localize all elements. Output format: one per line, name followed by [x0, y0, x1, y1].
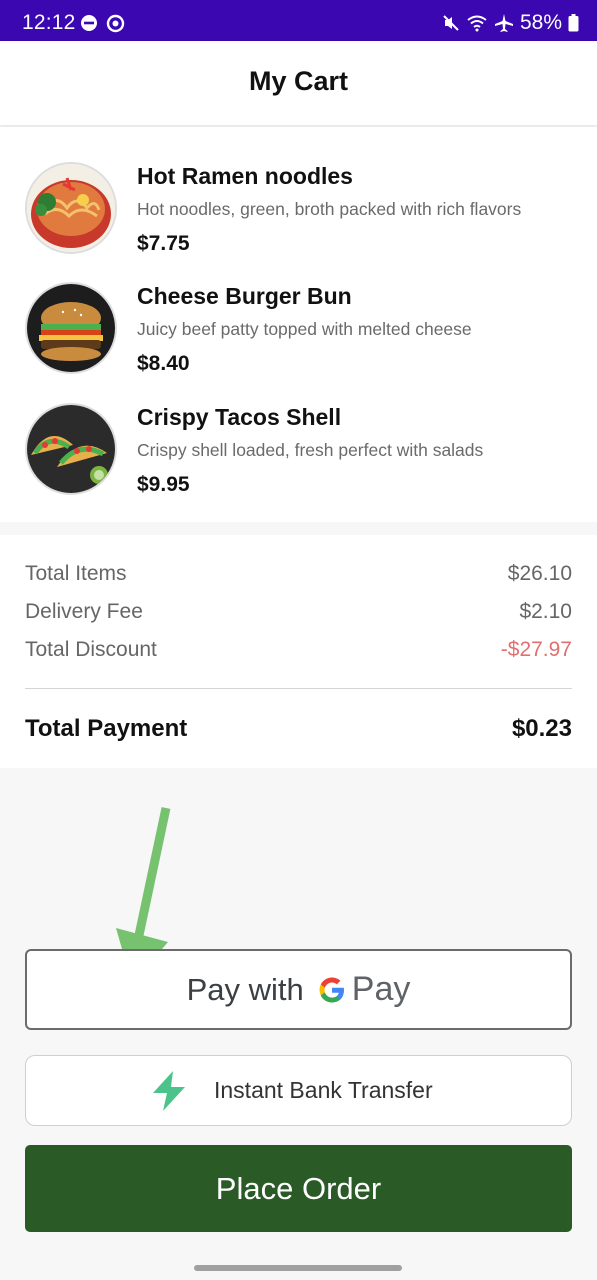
status-bar: 12:12 58%: [0, 0, 597, 41]
item-name: Crispy Tacos Shell: [137, 404, 342, 430]
cart-item-ramen[interactable]: Hot Ramen noodles Hot noodles, green, br…: [0, 162, 597, 282]
google-pay-button[interactable]: Pay with Pay: [25, 949, 572, 1030]
ramen-photo: [25, 162, 117, 254]
cart-items-list: Hot Ramen noodles Hot noodles, green, br…: [0, 127, 597, 522]
wifi-icon: [467, 15, 487, 32]
lightning-bolt-icon: [153, 1071, 185, 1111]
app-bar: My Cart: [0, 41, 597, 125]
delivery-fee-label: Delivery Fee: [25, 600, 143, 623]
status-right: 58%: [442, 11, 579, 35]
summary-divider: [25, 688, 572, 689]
battery-icon: [568, 14, 579, 32]
do-not-disturb-icon: [81, 15, 97, 31]
battery-percent: 58%: [519, 11, 562, 34]
bank-transfer-label: Instant Bank Transfer: [214, 1077, 433, 1103]
total-discount-value: -$27.97: [500, 638, 572, 661]
item-name: Cheese Burger Bun: [137, 283, 352, 309]
item-price: $7.75: [137, 232, 190, 255]
item-price: $8.40: [137, 352, 190, 375]
place-order-button[interactable]: Place Order: [25, 1145, 572, 1232]
burger-photo: [25, 282, 117, 374]
item-description: Hot noodles, green, broth packed with ri…: [137, 199, 522, 219]
home-indicator[interactable]: [194, 1265, 402, 1271]
total-payment-label: Total Payment: [25, 715, 188, 742]
order-summary: Total Items $26.10 Delivery Fee $2.10 To…: [0, 535, 597, 768]
item-price: $9.95: [137, 473, 190, 496]
item-name: Hot Ramen noodles: [137, 163, 353, 189]
mute-icon: [443, 15, 459, 31]
cart-item-burger[interactable]: Cheese Burger Bun Juicy beef patty toppe…: [0, 282, 597, 402]
sync-icon: [106, 14, 125, 33]
total-items-value: $26.10: [507, 562, 572, 585]
delivery-fee-value: $2.10: [519, 600, 572, 623]
page-title: My Cart: [248, 66, 349, 96]
gpay-text: Pay with: [186, 971, 304, 1007]
gpay-brand-text: Pay: [351, 970, 411, 1008]
gpay-logo: Pay: [316, 970, 411, 1009]
status-time: 12:12: [22, 11, 76, 34]
total-payment-value: $0.23: [511, 715, 572, 742]
total-items-label: Total Items: [25, 562, 127, 585]
google-g-icon: [319, 977, 344, 1002]
total-discount-label: Total Discount: [25, 638, 157, 661]
cart-item-tacos[interactable]: Crispy Tacos Shell Crispy shell loaded, …: [0, 403, 597, 523]
item-description: Juicy beef patty topped with melted chee…: [137, 319, 472, 339]
airplane-icon: [494, 14, 513, 32]
tacos-photo: [25, 403, 117, 495]
item-description: Crispy shell loaded, fresh perfect with …: [137, 440, 484, 460]
instant-bank-transfer-button[interactable]: Instant Bank Transfer: [25, 1055, 572, 1126]
